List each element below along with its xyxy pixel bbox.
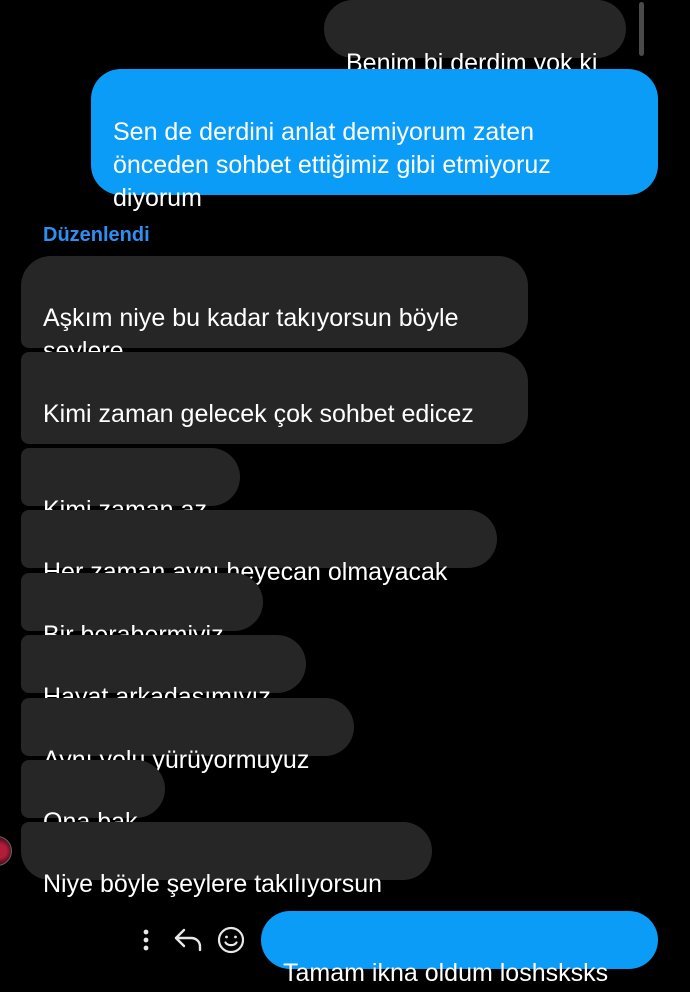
incoming-message-bubble[interactable]: Aşkım niye bu kadar takıyorsun böyle şey… <box>21 256 528 365</box>
incoming-message-bubble[interactable]: Niye böyle şeylere takılıyorsun <box>21 822 432 898</box>
scroll-indicator[interactable] <box>639 2 644 56</box>
avatar[interactable] <box>0 836 12 866</box>
message-text: Sen de derdini anlat demiyorum zaten önc… <box>113 118 551 212</box>
incoming-message-bubble[interactable]: Her zaman aynı heyecan olmayacak <box>21 510 497 586</box>
outgoing-message-bubble[interactable]: Benim bi derdim yok ki <box>324 0 626 77</box>
incoming-message-bubble[interactable]: Ona bak <box>21 760 165 836</box>
incoming-message-bubble[interactable]: Kimi zaman gelecek çok sohbet edicez <box>21 352 528 444</box>
incoming-message-bubble[interactable]: Kimi zaman az <box>21 448 240 524</box>
chat-thread: Benim bi derdim yok ki Sen de derdini an… <box>0 0 690 992</box>
reply-icon[interactable] <box>172 924 204 956</box>
incoming-message-bubble[interactable]: Aynı yolu yürüyormuyuz <box>21 698 354 774</box>
incoming-message-bubble[interactable]: Bir berabermiyiz <box>21 573 263 649</box>
message-text: Kimi zaman gelecek çok sohbet edicez <box>43 400 474 428</box>
more-vertical-icon[interactable] <box>130 924 162 956</box>
message-text: Tamam ikna oldum loshsksks <box>283 959 609 987</box>
message-text: Niye böyle şeylere takılıyorsun <box>43 870 383 898</box>
outgoing-message-bubble[interactable]: Sen de derdini anlat demiyorum zaten önc… <box>91 69 658 212</box>
outgoing-message-bubble[interactable]: Tamam ikna oldum loshsksks <box>261 911 658 987</box>
incoming-message-bubble[interactable]: Hayat arkadaşımıyız <box>21 635 306 711</box>
edited-label: Düzenlendi <box>43 224 150 246</box>
smiley-icon[interactable] <box>215 924 247 956</box>
